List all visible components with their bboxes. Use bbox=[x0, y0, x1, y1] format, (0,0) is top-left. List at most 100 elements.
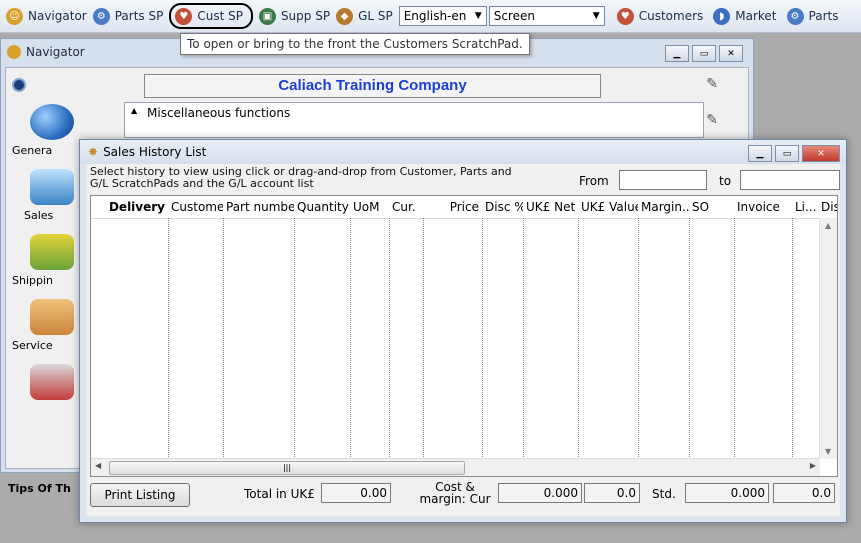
col-disc[interactable]: Disc % bbox=[482, 196, 523, 218]
grid-column-divider bbox=[689, 218, 690, 459]
instructions-text: Select history to view using click or dr… bbox=[90, 165, 512, 190]
col-invoice[interactable]: Invoice bbox=[734, 196, 792, 218]
grid-column-divider bbox=[223, 218, 224, 459]
paperclip-icon[interactable]: ✎ bbox=[706, 76, 718, 92]
sales-history-body: Select history to view using click or dr… bbox=[86, 164, 840, 516]
minimize-button[interactable]: ▁ bbox=[748, 145, 772, 162]
grid-column-divider bbox=[734, 218, 735, 459]
chevron-down-icon: ▼ bbox=[474, 11, 482, 21]
chevron-down-icon: ▼ bbox=[592, 11, 600, 21]
gl-sp-icon: ◆ bbox=[336, 7, 354, 25]
col-so[interactable]: SO bbox=[689, 196, 734, 218]
sales-icon bbox=[30, 169, 74, 205]
from-date-input[interactable] bbox=[619, 170, 707, 190]
vertical-scrollbar[interactable]: ▲ ▼ bbox=[819, 218, 837, 459]
nav-sales-label: Sales bbox=[24, 209, 54, 222]
grid-column-divider bbox=[294, 218, 295, 459]
col-part-number[interactable]: Part number bbox=[223, 196, 294, 218]
language-value: English-en bbox=[403, 9, 467, 23]
col-margin[interactable]: Margin... bbox=[638, 196, 689, 218]
main-toolbar: ☺ Navigator ⚙ Parts SP ♥ Cust SP ▣ Supp … bbox=[0, 0, 861, 33]
col-currency[interactable]: Cur. bbox=[389, 196, 423, 218]
from-label: From bbox=[579, 174, 609, 188]
language-select[interactable]: English-en ▼ bbox=[398, 6, 487, 26]
paperclip-icon[interactable]: ✎ bbox=[706, 112, 718, 128]
sales-window-controls: ▁ ▭ ✕ bbox=[745, 145, 840, 162]
scroll-left-icon[interactable]: ◀ bbox=[95, 461, 101, 470]
supp-sp-button[interactable]: ▣ Supp SP bbox=[258, 5, 331, 27]
market-label: Market bbox=[735, 9, 777, 23]
shipping-cart-icon bbox=[30, 234, 74, 270]
output-select[interactable]: Screen ▼ bbox=[488, 6, 605, 26]
grid-column-divider bbox=[482, 218, 483, 459]
to-date-input[interactable] bbox=[740, 170, 840, 190]
supp-sp-icon: ▣ bbox=[258, 7, 276, 25]
navigator-button[interactable]: ☺ Navigator bbox=[6, 5, 87, 27]
grid-column-divider bbox=[638, 218, 639, 459]
col-customer[interactable]: Customer bbox=[168, 196, 223, 218]
grid-header: Delivery Customer Part number Quantity U… bbox=[91, 196, 837, 219]
col-disp[interactable]: Disp bbox=[818, 196, 837, 218]
close-button[interactable]: ✕ bbox=[802, 145, 840, 162]
grid-column-divider bbox=[168, 218, 169, 459]
close-button[interactable]: ✕ bbox=[719, 45, 743, 62]
gl-sp-button[interactable]: ◆ GL SP bbox=[336, 5, 393, 27]
globe-icon bbox=[30, 104, 74, 140]
col-delivery[interactable]: Delivery bbox=[91, 196, 168, 218]
maximize-button[interactable]: ▭ bbox=[692, 45, 716, 62]
std-label: Std. bbox=[652, 487, 676, 501]
navigator-window-controls: ▁ ▭ ✕ bbox=[662, 45, 743, 62]
maximize-button[interactable]: ▭ bbox=[775, 145, 799, 162]
customers-label: Customers bbox=[638, 9, 704, 23]
scroll-right-icon[interactable]: ▶ bbox=[810, 461, 816, 470]
grid-column-divider bbox=[423, 218, 424, 459]
misc-functions-list[interactable]: ▲ Miscellaneous functions bbox=[124, 102, 704, 138]
cost-value: 0.000 bbox=[498, 483, 582, 503]
tips-label: Tips Of Th bbox=[8, 482, 71, 495]
sales-history-window: ✸ Sales History List ▁ ▭ ✕ Select histor… bbox=[79, 139, 847, 523]
navigator-title: Navigator bbox=[26, 45, 85, 59]
navigator-icon: ☺ bbox=[6, 7, 23, 25]
col-quantity[interactable]: Quantity bbox=[294, 196, 350, 218]
col-price[interactable]: Price bbox=[423, 196, 482, 218]
margin-value: 0.0 bbox=[584, 483, 640, 503]
scroll-down-icon[interactable]: ▼ bbox=[825, 447, 831, 456]
parts-sp-icon: ⚙ bbox=[92, 7, 110, 25]
market-button[interactable]: ◗ Market bbox=[713, 5, 777, 27]
minimize-button[interactable]: ▁ bbox=[665, 45, 689, 62]
cust-sp-icon: ♥ bbox=[175, 7, 193, 25]
sales-history-title: Sales History List bbox=[103, 145, 207, 159]
sales-history-grid[interactable]: Delivery Customer Part number Quantity U… bbox=[90, 195, 838, 477]
cust-sp-button[interactable]: ♥ Cust SP bbox=[169, 3, 253, 29]
customers-icon: ♥ bbox=[616, 7, 634, 25]
grid-column-divider bbox=[389, 218, 390, 459]
scrollbar-thumb[interactable]: ||| bbox=[109, 461, 465, 475]
cust-sp-label: Cust SP bbox=[197, 9, 243, 23]
navigator-label: Navigator bbox=[28, 9, 87, 23]
col-value[interactable]: UK£ Value bbox=[578, 196, 638, 218]
misc-functions-label: Miscellaneous functions bbox=[147, 106, 291, 120]
col-net[interactable]: UK£ Net bbox=[523, 196, 578, 218]
tooltip: To open or bring to the front the Custom… bbox=[180, 33, 530, 55]
output-value: Screen bbox=[493, 9, 535, 23]
nav-shipping-label: Shippin bbox=[12, 274, 54, 287]
supp-sp-label: Supp SP bbox=[280, 9, 331, 23]
customers-button[interactable]: ♥ Customers bbox=[616, 5, 704, 27]
col-uom[interactable]: UoM bbox=[350, 196, 389, 218]
company-name: Caliach Training Company bbox=[144, 74, 601, 98]
horizontal-scrollbar[interactable]: ◀ ||| ▶ bbox=[91, 458, 820, 476]
parts-button[interactable]: ⚙ Parts bbox=[786, 5, 838, 27]
sales-history-titlebar[interactable]: ✸ Sales History List bbox=[80, 140, 846, 164]
grid-column-divider bbox=[523, 218, 524, 459]
col-line[interactable]: Li... bbox=[792, 196, 818, 218]
scroll-up-icon[interactable]: ▲ bbox=[131, 106, 137, 115]
grid-column-divider bbox=[578, 218, 579, 459]
handshake-icon bbox=[30, 299, 74, 335]
gl-sp-label: GL SP bbox=[358, 9, 393, 23]
std-value: 0.000 bbox=[685, 483, 769, 503]
scroll-up-icon[interactable]: ▲ bbox=[825, 221, 831, 230]
sales-history-icon: ✸ bbox=[88, 145, 99, 159]
parts-sp-button[interactable]: ⚙ Parts SP bbox=[92, 5, 163, 27]
print-listing-button[interactable]: Print Listing bbox=[90, 483, 190, 507]
nav-service-label: Service bbox=[12, 339, 53, 352]
